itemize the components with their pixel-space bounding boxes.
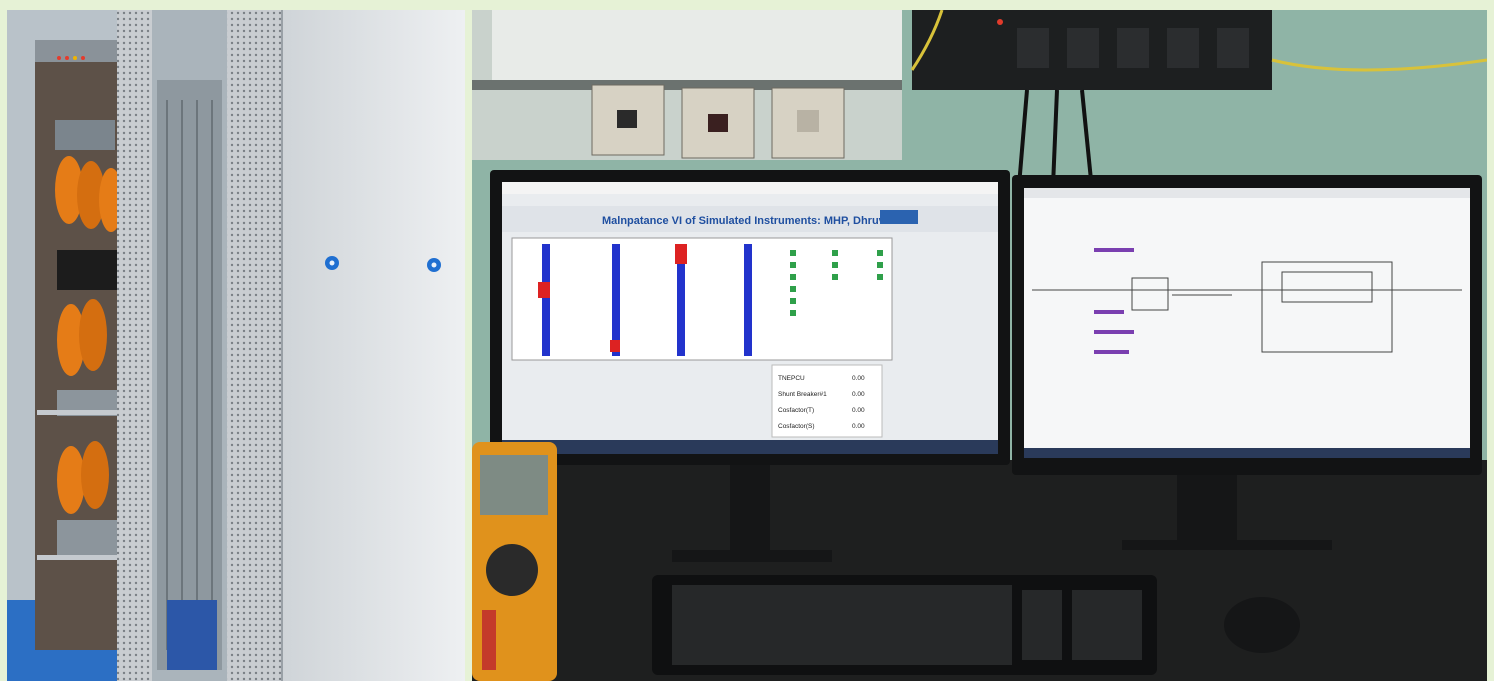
- cabinet-photo: [7, 10, 465, 681]
- readout-label: Shunt Breaker#1: [778, 391, 827, 398]
- workstation-photo: Malnpatance VI of Simulated Instruments:…: [472, 10, 1487, 681]
- readout-value: 0.00: [852, 375, 865, 382]
- readout-label: Cosfactor(T): [778, 407, 814, 414]
- monitor-left: Malnpatance VI of Simulated Instruments:…: [490, 170, 1010, 465]
- cabinet-illustration: [7, 10, 465, 681]
- readout-label: Cosfactor(S): [778, 423, 814, 430]
- wall-sockets: [591, 84, 845, 159]
- workstation-illustration: Malnpatance VI of Simulated Instruments:…: [472, 10, 1487, 681]
- readout-value: 0.00: [852, 423, 865, 430]
- monitor-left-title: Malnpatance VI of Simulated Instruments:…: [602, 215, 891, 227]
- cabinet-door: [282, 10, 465, 681]
- keyboard: [652, 575, 1157, 675]
- perforated-door: [117, 10, 152, 681]
- readout-value: 0.00: [852, 407, 865, 414]
- multimeter: [472, 442, 557, 681]
- mouse: [1224, 597, 1300, 653]
- readout-label: TNEPCU: [778, 375, 805, 382]
- readout-value: 0.00: [852, 391, 865, 398]
- photo-collage: Malnpatance VI of Simulated Instruments:…: [0, 0, 1494, 681]
- monitor-right: [1012, 175, 1482, 475]
